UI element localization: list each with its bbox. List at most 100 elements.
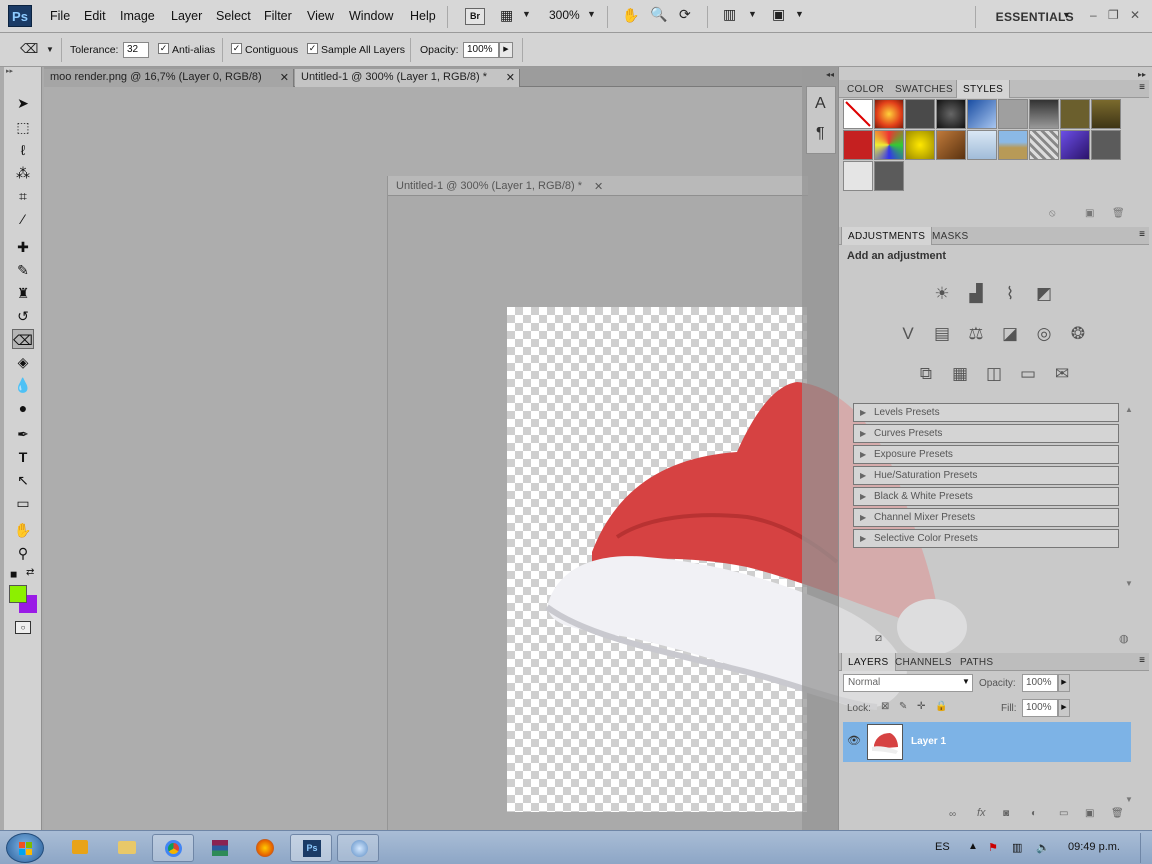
layer-style-icon[interactable]: fx (977, 807, 986, 819)
minimize-icon[interactable]: ‒ (1090, 8, 1097, 22)
style-swatch[interactable] (936, 99, 966, 129)
style-swatch[interactable] (936, 130, 966, 160)
style-swatch[interactable] (874, 161, 904, 191)
eraser-tool-icon[interactable]: ⌫ (12, 329, 34, 349)
scroll-down-arrow[interactable]: ▼ (1125, 795, 1133, 804)
tray-arrow-icon[interactable]: ▲ (968, 841, 978, 852)
panel-menu-icon[interactable]: ≡ (1139, 655, 1145, 666)
style-swatch[interactable] (843, 161, 873, 191)
language-indicator[interactable]: ES (935, 841, 950, 853)
tab-channels[interactable]: CHANNELS (889, 653, 958, 671)
menu-edit[interactable]: Edit (84, 9, 106, 23)
style-swatch[interactable] (843, 130, 873, 160)
contiguous-checkbox[interactable]: ✓ (231, 43, 242, 54)
action-center-icon[interactable]: ⚑ (988, 841, 998, 854)
crop-tool-icon[interactable]: ⌗ (12, 186, 34, 206)
brush-tool-icon[interactable]: ✎ (12, 260, 34, 280)
lasso-tool-icon[interactable]: ℓ (12, 140, 34, 160)
shape-tool-icon[interactable]: ▭ (12, 493, 34, 513)
tab-swatches[interactable]: SWATCHES (889, 80, 959, 98)
panel-menu-icon[interactable]: ≡ (1139, 82, 1145, 93)
chevron-down-icon[interactable]: ▼ (587, 9, 596, 19)
menu-file[interactable]: File (50, 9, 70, 23)
zoom-tool-icon[interactable]: ⚲ (12, 543, 34, 563)
opacity-input[interactable]: 100% (463, 42, 499, 58)
preset-curves[interactable]: ▶ Curves Presets (853, 424, 1119, 443)
photo-filter-icon[interactable]: ◎ (1031, 321, 1057, 347)
panel-menu-icon[interactable]: ≡ (1139, 229, 1145, 240)
default-colors-icon[interactable]: ◼ (10, 569, 17, 580)
start-button[interactable] (6, 833, 44, 863)
tab-masks[interactable]: MASKS (926, 227, 975, 245)
swap-colors-icon[interactable]: ⇄ (26, 567, 34, 578)
marquee-tool-icon[interactable]: ⬚ (12, 117, 34, 137)
adjustment-layer-icon[interactable]: ◐ (1031, 808, 1037, 819)
brightness-contrast-icon[interactable]: ☀ (929, 281, 955, 307)
zoom-level[interactable]: 300% (549, 8, 580, 22)
style-swatch[interactable] (874, 99, 904, 129)
preset-levels[interactable]: ▶ Levels Presets (853, 403, 1119, 422)
app-icon[interactable] (337, 834, 379, 862)
chevron-down-icon[interactable]: ▼ (46, 45, 54, 54)
collapse-icon[interactable]: ◂◂ (826, 70, 834, 79)
opacity-slider-arrow[interactable]: ▶ (1058, 674, 1070, 692)
style-swatch[interactable] (905, 130, 935, 160)
style-swatch[interactable] (905, 99, 935, 129)
posterize-icon[interactable]: ▦ (947, 361, 973, 387)
winrar-icon[interactable] (199, 834, 241, 862)
menu-layer[interactable]: Layer (171, 9, 202, 23)
preset-black-white[interactable]: ▶ Black & White Presets (853, 487, 1119, 506)
close-icon[interactable]: ✕ (506, 71, 515, 84)
trash-icon[interactable]: 🗑 (1111, 808, 1124, 819)
restore-icon[interactable]: ❐ (1108, 8, 1119, 22)
preset-exposure[interactable]: ▶ Exposure Presets (853, 445, 1119, 464)
visibility-toggle-icon[interactable]: ◍ (1119, 632, 1129, 645)
exposure-icon[interactable]: ◩ (1031, 281, 1057, 307)
healing-brush-icon[interactable]: ✚ (12, 237, 34, 257)
chrome-icon[interactable] (152, 834, 194, 862)
preset-selective-color[interactable]: ▶ Selective Color Presets (853, 529, 1119, 548)
style-swatch[interactable] (1029, 130, 1059, 160)
move-tool-icon[interactable]: ➤ (12, 93, 34, 113)
color-balance-icon[interactable]: ⚖ (963, 321, 989, 347)
layer-opacity-input[interactable]: 100% (1022, 674, 1058, 692)
magic-wand-icon[interactable]: ⁂ (12, 163, 34, 183)
style-swatch[interactable] (967, 130, 997, 160)
hand-icon[interactable]: ✋ (622, 7, 639, 24)
photoshop-taskbar-icon[interactable]: Ps (290, 834, 332, 862)
lock-position-icon[interactable]: ✛ (917, 701, 925, 712)
close-icon[interactable]: ✕ (1130, 8, 1140, 22)
gradient-map-icon[interactable]: ▭ (1015, 361, 1041, 387)
style-swatch[interactable] (998, 99, 1028, 129)
media-player-icon[interactable] (58, 834, 100, 862)
style-swatch[interactable] (874, 130, 904, 160)
lock-all-icon[interactable]: 🔒 (935, 701, 947, 712)
new-style-icon[interactable]: ▣ (1085, 208, 1094, 219)
selective-color-icon[interactable]: ✉ (1049, 361, 1075, 387)
levels-icon[interactable]: ▟ (963, 281, 989, 307)
layer-thumbnail[interactable] (867, 724, 903, 760)
clone-stamp-icon[interactable]: ♜ (12, 283, 34, 303)
lock-image-icon[interactable]: ✎ (899, 701, 907, 712)
paragraph-panel-icon[interactable]: ¶ (816, 125, 825, 143)
style-swatch[interactable] (1060, 99, 1090, 129)
fill-input[interactable]: 100% (1022, 699, 1058, 717)
close-icon[interactable]: ✕ (280, 71, 289, 84)
zoom-icon[interactable]: 🔍 (650, 6, 667, 23)
floating-window-titlebar[interactable]: Untitled-1 @ 300% (Layer 1, RGB/8) * ✕ (388, 176, 808, 196)
firefox-icon[interactable] (243, 834, 285, 862)
eraser-preset-icon[interactable]: ⌫ (20, 41, 38, 57)
tab-moo-render[interactable]: moo render.png @ 16,7% (Layer 0, RGB/8) … (44, 69, 294, 87)
explorer-icon[interactable] (105, 834, 147, 862)
chevron-down-icon[interactable]: ▼ (795, 9, 804, 19)
quick-mask-icon[interactable]: ○ (15, 621, 31, 634)
fill-slider-arrow[interactable]: ▶ (1058, 699, 1070, 717)
curves-icon[interactable]: ⌇ (997, 281, 1023, 307)
style-none[interactable] (843, 99, 873, 129)
tab-layers[interactable]: LAYERS (841, 653, 896, 671)
menu-help[interactable]: Help (410, 9, 436, 23)
new-layer-icon[interactable]: ▣ (1085, 808, 1094, 819)
scroll-up-arrow[interactable]: ▲ (1125, 405, 1133, 414)
clear-style-icon[interactable]: ⦸ (1049, 208, 1056, 219)
pen-tool-icon[interactable]: ✒ (12, 424, 34, 444)
